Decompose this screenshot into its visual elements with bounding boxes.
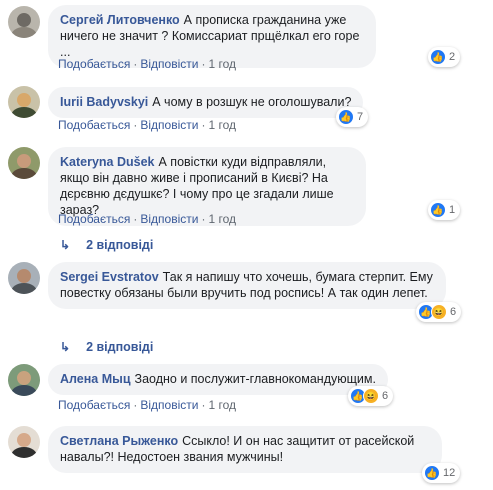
reply-arrow-icon: ↳ [60, 340, 71, 354]
comment-bubble: Алена Мыц Заодно и послужит-главнокоманду… [48, 364, 388, 395]
reply-link[interactable]: Відповісти [140, 398, 198, 412]
avatar[interactable] [8, 86, 40, 118]
reaction-count: 7 [357, 111, 364, 123]
avatar[interactable] [8, 262, 40, 294]
avatar[interactable] [8, 426, 40, 458]
like-link[interactable]: Подобається [58, 57, 130, 71]
avatar[interactable] [8, 364, 40, 396]
thumbs-up-icon: 👍 [338, 109, 354, 125]
comment-actions: Подобається · Відповісти · 1 год [58, 118, 236, 132]
comment-actions: Подобається · Відповісти · 1 год [58, 212, 236, 226]
comment-text: А чому в розшук не оголошували? [152, 95, 352, 109]
comment-author[interactable]: Сергей Литовченко [60, 13, 180, 27]
reaction-summary[interactable]: 👍 7 [336, 107, 369, 127]
comment-bubble: Iurii Badyvskyi А чому в розшук не оголош… [48, 87, 364, 118]
timestamp[interactable]: 1 год [208, 57, 236, 71]
thumbs-up-icon: 👍 [424, 465, 440, 481]
comment-actions: Подобається · Відповісти · 1 год [58, 57, 236, 71]
thumbs-up-icon: 👍 [430, 202, 446, 218]
comment-author[interactable]: Sergei Evstratov [60, 270, 159, 284]
avatar[interactable] [8, 6, 40, 38]
reaction-summary[interactable]: 👍 😆 6 [348, 386, 394, 406]
reaction-summary[interactable]: 👍 12 [422, 463, 461, 483]
timestamp[interactable]: 1 год [208, 398, 236, 412]
view-replies-link[interactable]: ↳ 2 відповіді [60, 340, 153, 354]
reply-link[interactable]: Відповісти [140, 118, 198, 132]
timestamp[interactable]: 1 год [208, 212, 236, 226]
comment-actions: Подобається · Відповісти · 1 год [58, 398, 236, 412]
like-link[interactable]: Подобається [58, 212, 130, 226]
comment-bubble: Sergei Evstratov Так я напишу что хочешь,… [48, 262, 446, 309]
reaction-summary[interactable]: 👍 2 [428, 47, 461, 67]
reaction-count: 1 [449, 204, 456, 216]
replies-count: 2 відповіді [86, 340, 154, 354]
timestamp[interactable]: 1 год [208, 118, 236, 132]
reaction-count: 2 [449, 51, 456, 63]
reaction-count: 6 [382, 390, 389, 402]
laughing-face-icon: 😆 [431, 304, 447, 320]
reaction-summary[interactable]: 👍 😆 6 [416, 302, 462, 322]
reaction-count: 6 [450, 306, 457, 318]
comment-author[interactable]: Светлана Рыженко [60, 434, 178, 448]
avatar[interactable] [8, 147, 40, 179]
like-link[interactable]: Подобається [58, 398, 130, 412]
comment-author[interactable]: Iurii Badyvskyi [60, 95, 148, 109]
like-link[interactable]: Подобається [58, 118, 130, 132]
reply-arrow-icon: ↳ [60, 238, 71, 252]
comment-text: Заодно и послужит-главнокомандующим. [134, 372, 376, 386]
comment-bubble: Светлана Рыженко Ссыкло! И он нас защитит… [48, 426, 442, 473]
thumbs-up-icon: 👍 [430, 49, 446, 65]
replies-count: 2 відповіді [86, 238, 154, 252]
comment-author[interactable]: Kateryna Dušek [60, 155, 155, 169]
reaction-summary[interactable]: 👍 1 [428, 200, 461, 220]
reply-link[interactable]: Відповісти [140, 212, 198, 226]
reply-link[interactable]: Відповісти [140, 57, 198, 71]
laughing-face-icon: 😆 [363, 388, 379, 404]
reaction-count: 12 [443, 467, 456, 479]
comment-author[interactable]: Алена Мыц [60, 372, 131, 386]
view-replies-link[interactable]: ↳ 2 відповіді [60, 238, 153, 252]
